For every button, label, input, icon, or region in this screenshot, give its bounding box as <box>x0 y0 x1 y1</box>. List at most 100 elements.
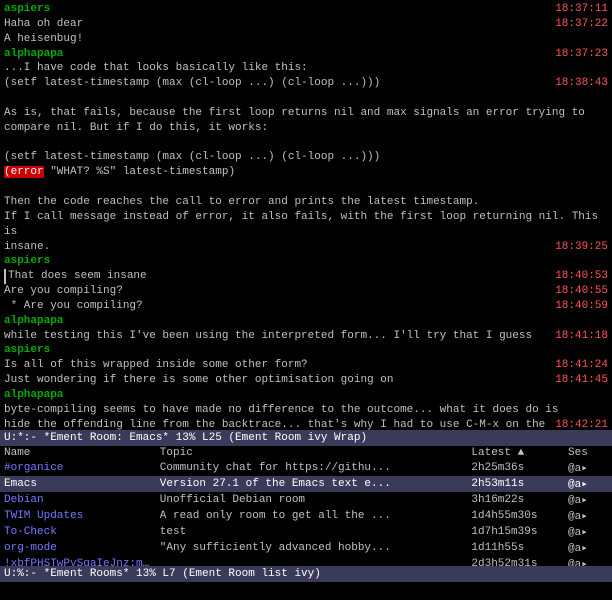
chat-line: hide the offending line from the backtra… <box>4 418 608 430</box>
room-ses: @a▸ <box>564 476 612 492</box>
chat-line: while testing this I've been using the i… <box>4 329 608 344</box>
chat-line: As is, that fails, because the first loo… <box>4 106 608 121</box>
room-ses: @a▸ <box>564 460 612 476</box>
chat-message: alphapapa <box>4 314 608 329</box>
timestamp: 18:40:55 <box>555 284 608 299</box>
chat-line: Haha oh dear 18:37:22 <box>4 17 608 32</box>
chat-line: A heisenbug! <box>4 32 608 47</box>
room-latest: 1d11h55s <box>467 540 564 556</box>
username: aspiers <box>4 3 50 15</box>
room-latest: 2h25m36s <box>467 460 564 476</box>
room-topic <box>156 556 468 566</box>
room-name[interactable]: To-Check <box>0 524 156 540</box>
room-list-area[interactable]: Name Topic Latest ▲ Ses #organice Communi… <box>0 446 612 566</box>
timestamp: 18:37:23 <box>555 47 608 62</box>
room-topic: Community chat for https://githu... <box>156 460 468 476</box>
timestamp: 18:41:18 <box>555 329 608 344</box>
room-link[interactable]: #organice <box>4 462 63 474</box>
room-latest: 3h16m22s <box>467 492 564 508</box>
table-row[interactable]: TWIM Updates A read only room to get all … <box>0 508 612 524</box>
timestamp: 18:40:59 <box>555 299 608 314</box>
code-line: (error "WHAT? %S" latest-timestamp) <box>4 165 608 180</box>
room-ses: @a▸ <box>564 508 612 524</box>
room-link[interactable]: To-Check <box>4 526 57 538</box>
status-bar-1: U:*:- *Ement Room: Emacs* 13% L25 (Ement… <box>0 430 612 446</box>
chat-message: aspiers 18:37:11 <box>4 2 608 17</box>
chat-line: If I call message instead of error, it a… <box>4 210 608 240</box>
table-header-row: Name Topic Latest ▲ Ses <box>0 446 612 460</box>
col-header-ses: Ses <box>564 446 612 460</box>
chat-line: Then the code reaches the call to error … <box>4 195 608 210</box>
room-name[interactable]: Emacs <box>0 476 156 492</box>
username: aspiers <box>4 255 50 267</box>
room-ses: @a▸ <box>564 556 612 566</box>
chat-line: insane. 18:39:25 <box>4 240 608 255</box>
timestamp: 18:37:22 <box>555 17 608 32</box>
room-ses: @a▸ <box>564 524 612 540</box>
status-bar-2-text: U:%:- *Ement Rooms* 13% L7 (Ement Room l… <box>4 568 321 580</box>
room-name[interactable]: org-mode <box>0 540 156 556</box>
chat-message: alphapapa 18:37:23 <box>4 47 608 62</box>
room-link[interactable]: TWIM Updates <box>4 510 83 522</box>
room-link[interactable]: org-mode <box>4 542 57 554</box>
chat-message: aspiers <box>4 343 608 358</box>
room-latest: 1d4h55m30s <box>467 508 564 524</box>
chat-line <box>4 91 608 106</box>
col-header-topic: Topic <box>156 446 468 460</box>
chat-message: alphapapa <box>4 388 608 403</box>
code-line: (setf latest-timestamp (max (cl-loop ...… <box>4 150 608 165</box>
chat-line: Are you compiling? 18:40:55 <box>4 284 608 299</box>
chat-message: aspiers <box>4 254 608 269</box>
timestamp: 18:41:45 <box>555 373 608 388</box>
room-ses: @a▸ <box>564 540 612 556</box>
room-latest: 2h53m11s <box>467 476 564 492</box>
table-row[interactable]: To-Check test1d7h15m39s@a▸ <box>0 524 612 540</box>
room-link[interactable]: !xbfPHSTwPySgaIeJnz:ma... <box>4 558 156 566</box>
code-line: (setf latest-timestamp (max (cl-loop ...… <box>4 76 608 91</box>
timestamp: 18:42:21 <box>555 418 608 430</box>
room-name[interactable]: !xbfPHSTwPySgaIeJnz:ma... <box>0 556 156 566</box>
table-row[interactable]: !xbfPHSTwPySgaIeJnz:ma... 2d3h52m31s@a▸ <box>0 556 612 566</box>
table-row[interactable]: org-mode "Any sufficiently advanced hobby… <box>0 540 612 556</box>
chat-line <box>4 136 608 151</box>
col-header-latest: Latest ▲ <box>467 446 564 460</box>
timestamp: 18:37:11 <box>555 2 608 17</box>
room-ses: @a▸ <box>564 492 612 508</box>
room-topic: A read only room to get all the ... <box>156 508 468 524</box>
table-row[interactable]: #organice Community chat for https://gith… <box>0 460 612 476</box>
room-list-table: Name Topic Latest ▲ Ses #organice Communi… <box>0 446 612 566</box>
room-latest: 1d7h15m39s <box>467 524 564 540</box>
chat-line: * Are you compiling? 18:40:59 <box>4 299 608 314</box>
room-topic: Unofficial Debian room <box>156 492 468 508</box>
chat-line <box>4 180 608 195</box>
room-name[interactable]: #organice <box>0 460 156 476</box>
error-text: (error <box>4 166 44 178</box>
chat-line: byte-compiling seems to have made no dif… <box>4 403 608 418</box>
chat-line: compare nil. But if I do this, it works: <box>4 121 608 136</box>
timestamp: 18:39:25 <box>555 240 608 255</box>
timestamp: 18:40:53 <box>555 269 608 284</box>
chat-line: That does seem insane 18:40:53 <box>4 269 608 284</box>
chat-line: ...I have code that looks basically like… <box>4 61 608 76</box>
room-link[interactable]: Debian <box>4 494 44 506</box>
chat-area: aspiers 18:37:11 Haha oh dear 18:37:22 A… <box>0 0 612 430</box>
table-row[interactable]: Debian Unofficial Debian room3h16m22s@a▸ <box>0 492 612 508</box>
room-topic: Version 27.1 of the Emacs text e... <box>156 476 468 492</box>
status-bar-1-text: U:*:- *Ement Room: Emacs* 13% L25 (Ement… <box>4 432 367 444</box>
username: alphapapa <box>4 315 63 327</box>
room-name[interactable]: Debian <box>0 492 156 508</box>
table-row[interactable]: Emacs Version 27.1 of the Emacs text e...… <box>0 476 612 492</box>
room-topic: test <box>156 524 468 540</box>
chat-line: Just wondering if there is some other op… <box>4 373 608 388</box>
room-link[interactable]: Emacs <box>4 478 37 490</box>
timestamp: 18:41:24 <box>555 358 608 373</box>
username: aspiers <box>4 344 50 356</box>
status-bar-2: U:%:- *Ement Rooms* 13% L7 (Ement Room l… <box>0 566 612 582</box>
timestamp: 18:38:43 <box>555 76 608 91</box>
room-topic: "Any sufficiently advanced hobby... <box>156 540 468 556</box>
room-name[interactable]: TWIM Updates <box>0 508 156 524</box>
col-header-name: Name <box>0 446 156 460</box>
username: alphapapa <box>4 48 63 60</box>
room-latest: 2d3h52m31s <box>467 556 564 566</box>
chat-line: Is all of this wrapped inside some other… <box>4 358 608 373</box>
